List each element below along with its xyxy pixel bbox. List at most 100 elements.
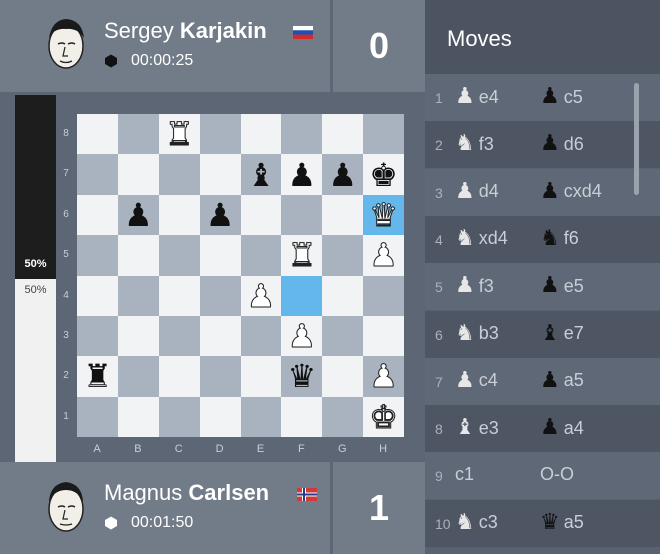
square-g3[interactable]: [322, 315, 364, 357]
square-g8[interactable]: [322, 114, 364, 155]
white-rook-icon[interactable]: ♜: [281, 235, 322, 275]
square-g2[interactable]: [322, 356, 364, 397]
square-b4[interactable]: [117, 275, 159, 316]
white-pawn-icon[interactable]: ♟: [241, 276, 282, 316]
square-f1[interactable]: [281, 396, 323, 437]
square-b1[interactable]: [117, 396, 159, 437]
move-row[interactable]: 1 ♟ e4 ♟ c5: [425, 74, 660, 121]
square-f4[interactable]: [281, 275, 323, 316]
move-row[interactable]: 2 ♞ f3 ♟ d6: [425, 121, 660, 169]
white-king-icon[interactable]: ♚: [363, 397, 404, 437]
white-move[interactable]: ♞ f3: [455, 133, 494, 155]
square-a1[interactable]: [77, 396, 118, 437]
white-rook-icon[interactable]: ♜: [159, 114, 200, 154]
square-d7[interactable]: [199, 154, 241, 195]
moves-scrollbar[interactable]: [634, 83, 639, 195]
square-e3[interactable]: [240, 315, 282, 357]
square-f6[interactable]: [281, 194, 323, 236]
black-move[interactable]: O-O: [540, 464, 574, 485]
square-e5[interactable]: [240, 235, 282, 276]
square-a5[interactable]: [77, 235, 118, 276]
white-move[interactable]: ♟ f3: [455, 275, 494, 297]
black-bishop-icon[interactable]: ♝: [241, 154, 282, 194]
square-e2[interactable]: [240, 356, 282, 397]
square-b2[interactable]: [117, 356, 159, 397]
black-move[interactable]: ♟ a5: [540, 369, 584, 392]
square-h4[interactable]: [363, 275, 404, 316]
black-queen-icon[interactable]: ♛: [281, 356, 322, 396]
square-e1[interactable]: [240, 396, 282, 437]
black-move[interactable]: ♛ a5: [540, 511, 584, 534]
black-move[interactable]: ♟ a4: [540, 417, 584, 439]
square-a6[interactable]: [77, 194, 118, 236]
black-move[interactable]: ♞ f6: [540, 227, 579, 250]
black-move[interactable]: ♝ e7: [540, 322, 584, 345]
move-row[interactable]: 7 ♟ c4 ♟ a5: [425, 357, 660, 405]
move-notation: c5: [563, 86, 583, 107]
white-move[interactable]: c1: [455, 464, 474, 485]
move-row[interactable]: 8 ♝ e3 ♟ a4: [425, 405, 660, 453]
black-rook-icon[interactable]: ♜: [77, 356, 118, 396]
white-move[interactable]: ♟ c4: [455, 369, 498, 392]
move-number: 3: [435, 184, 443, 201]
white-pawn-icon[interactable]: ♟: [363, 235, 404, 275]
white-move[interactable]: ♝ e3: [455, 417, 499, 439]
white-pawn-icon[interactable]: ♟: [363, 356, 404, 396]
white-move[interactable]: ♞ c3: [455, 511, 498, 534]
square-d5[interactable]: [199, 235, 241, 276]
square-d2[interactable]: [199, 356, 241, 397]
black-pawn-icon[interactable]: ♟: [118, 195, 159, 235]
square-c5[interactable]: [158, 235, 200, 276]
square-d4[interactable]: [199, 275, 241, 316]
square-h3[interactable]: [363, 315, 404, 357]
move-row[interactable]: 9 c1 O-O: [425, 452, 660, 500]
square-c4[interactable]: [158, 275, 200, 316]
white-move[interactable]: ♟ d4: [455, 180, 499, 203]
square-g1[interactable]: [322, 396, 364, 437]
square-b7[interactable]: [117, 154, 159, 195]
square-d8[interactable]: [199, 114, 241, 155]
black-pawn-icon[interactable]: ♟: [281, 154, 322, 194]
square-d1[interactable]: [199, 396, 241, 437]
square-b5[interactable]: [117, 235, 159, 276]
square-f8[interactable]: [281, 114, 323, 155]
black-pawn-icon[interactable]: ♟: [200, 195, 241, 235]
white-pawn-icon[interactable]: ♟: [281, 316, 322, 356]
square-c1[interactable]: [158, 396, 200, 437]
square-a4[interactable]: [77, 275, 118, 316]
square-c2[interactable]: [158, 356, 200, 397]
square-e6[interactable]: [240, 194, 282, 236]
square-a8[interactable]: [77, 114, 118, 155]
white-move[interactable]: ♞ b3: [455, 322, 499, 345]
white-move[interactable]: ♞ xd4: [455, 227, 508, 250]
black-move[interactable]: ♟ c5: [540, 86, 583, 108]
white-queen-icon[interactable]: ♛: [363, 195, 404, 235]
black-king-icon[interactable]: ♚: [363, 154, 404, 194]
square-c6[interactable]: [158, 194, 200, 236]
square-g6[interactable]: [322, 194, 364, 236]
square-d3[interactable]: [199, 315, 241, 357]
move-row[interactable]: 6 ♞ b3 ♝ e7: [425, 310, 660, 358]
white-move[interactable]: ♟ e4: [455, 86, 499, 108]
square-c7[interactable]: [158, 154, 200, 195]
square-a3[interactable]: [77, 315, 118, 357]
move-row[interactable]: 4 ♞ xd4 ♞ f6: [425, 215, 660, 263]
black-move[interactable]: ♟ d6: [540, 133, 584, 155]
square-a7[interactable]: [77, 154, 118, 195]
square-e8[interactable]: [240, 114, 282, 155]
square-b3[interactable]: [117, 315, 159, 357]
eval-white-percent: 50%: [24, 284, 47, 296]
square-b8[interactable]: [117, 114, 159, 155]
black-move[interactable]: ♟ cxd4: [540, 180, 602, 203]
move-row[interactable]: 5 ♟ f3 ♟ e5: [425, 263, 660, 311]
square-h8[interactable]: [363, 114, 404, 155]
black-pawn-icon[interactable]: ♟: [322, 154, 363, 194]
move-notation: c1: [455, 464, 475, 485]
move-row[interactable]: 10 ♞ c3 ♛ a5: [425, 499, 660, 547]
square-g5[interactable]: [322, 235, 364, 276]
move-row[interactable]: 3 ♟ d4 ♟ cxd4: [425, 168, 660, 216]
black-move[interactable]: ♟ e5: [540, 275, 584, 297]
square-g4[interactable]: [322, 275, 364, 316]
square-c3[interactable]: [158, 315, 200, 357]
chess-board[interactable]: ♜ ♝ ♟ ♟ ♚ ♟ ♟ ♛ ♜ ♟ ♟ ♟ ♜ ♛ ♟ ♚: [77, 114, 404, 437]
